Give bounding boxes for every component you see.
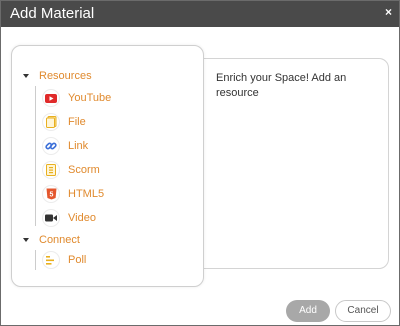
scorm-icon: [42, 161, 60, 179]
item-label: File: [68, 116, 86, 128]
close-icon[interactable]: ×: [385, 5, 392, 19]
item-label: YouTube: [68, 92, 112, 104]
youtube-icon: [42, 89, 60, 107]
item-video[interactable]: Video: [42, 208, 96, 228]
group-label: Connect: [39, 234, 80, 246]
dialog-title: Add Material: [10, 5, 95, 22]
item-file[interactable]: File: [42, 112, 86, 132]
tree-line: [35, 250, 36, 270]
item-link[interactable]: Link: [42, 136, 88, 156]
item-label: Link: [68, 140, 89, 152]
item-youtube[interactable]: YouTube: [42, 88, 111, 108]
resource-tree-panel: Resources YouTube File Link Scorm 5 HTML…: [11, 45, 204, 287]
group-resources[interactable]: Resources: [23, 68, 92, 84]
item-label: HTML5: [68, 188, 105, 200]
item-poll[interactable]: Poll: [42, 250, 86, 270]
tree-line: [35, 86, 36, 226]
cancel-button[interactable]: Cancel: [335, 300, 391, 322]
title-bar: Add Material ×: [1, 1, 399, 27]
html5-icon: 5: [42, 185, 60, 203]
add-material-dialog: Add Material × Enrich your Space! Add an…: [0, 0, 400, 326]
description-panel: Enrich your Space! Add an resource: [191, 58, 389, 269]
caret-down-icon: [23, 238, 29, 242]
description-text: Enrich your Space! Add an resource: [216, 72, 347, 99]
item-label: Scorm: [68, 164, 100, 176]
item-html5[interactable]: 5 HTML5: [42, 184, 104, 204]
group-connect[interactable]: Connect: [23, 232, 80, 248]
video-icon: [42, 209, 60, 227]
link-icon: [42, 137, 60, 155]
poll-icon: [42, 251, 60, 269]
add-button[interactable]: Add: [286, 300, 330, 322]
file-icon: [42, 113, 60, 131]
svg-text:5: 5: [49, 192, 53, 199]
item-scorm[interactable]: Scorm: [42, 160, 100, 180]
caret-down-icon: [23, 74, 29, 78]
item-label: Poll: [68, 254, 87, 266]
group-label: Resources: [39, 70, 92, 82]
item-label: Video: [68, 212, 96, 224]
